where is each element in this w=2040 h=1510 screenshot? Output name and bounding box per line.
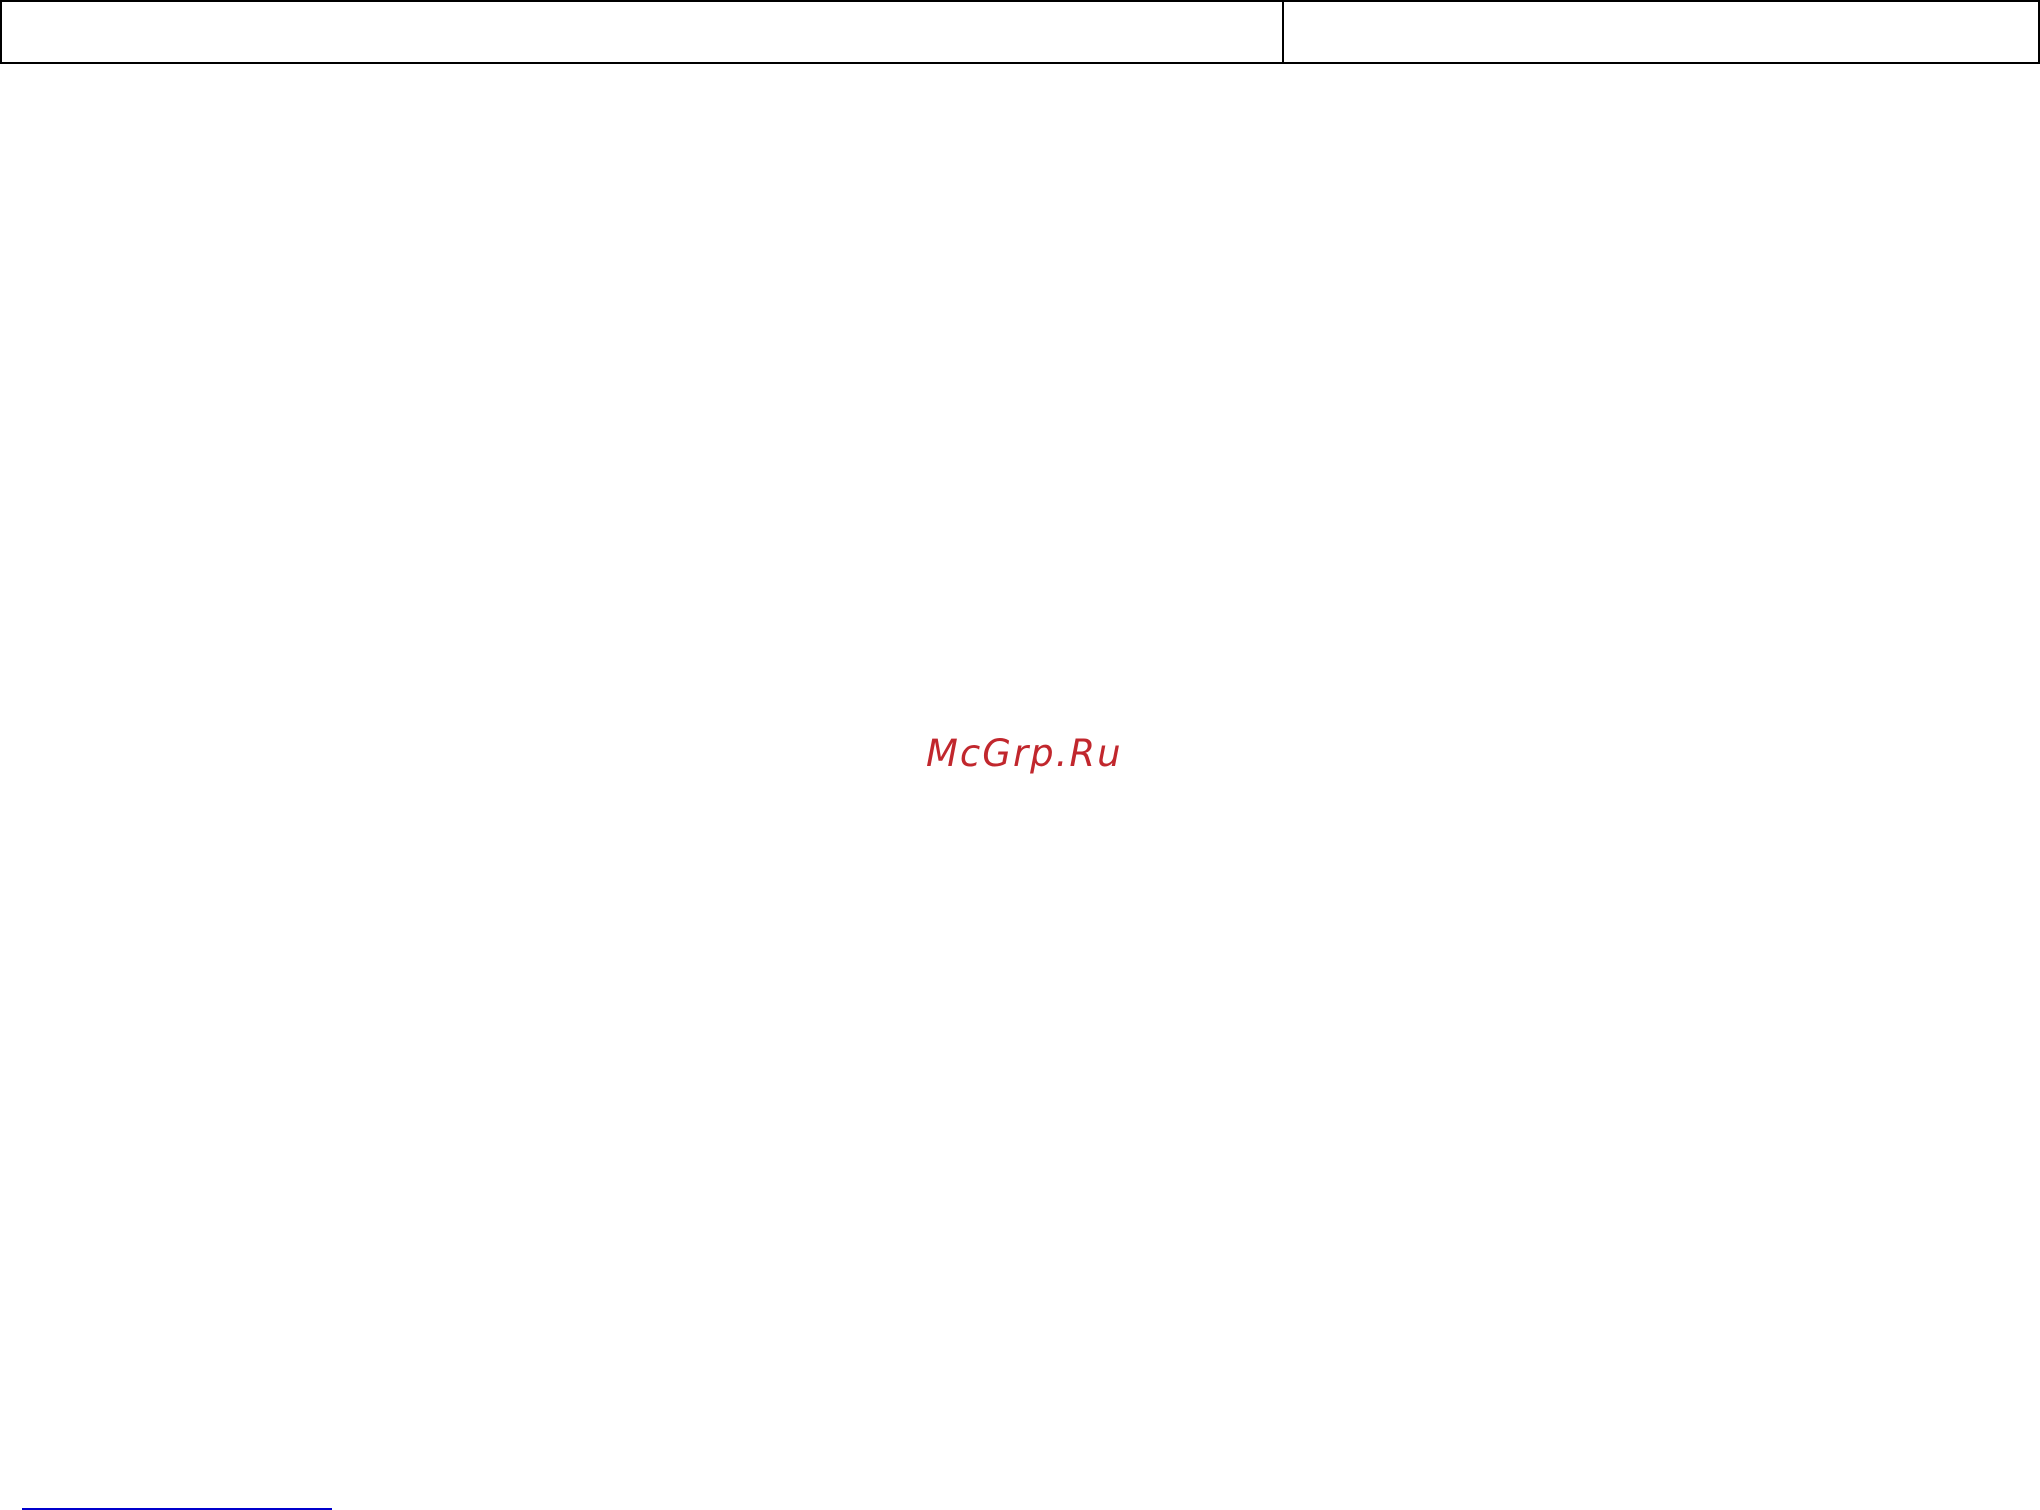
header-cell-left bbox=[2, 2, 1284, 62]
header-table bbox=[0, 0, 2040, 64]
header-cell-right bbox=[1284, 2, 2038, 62]
watermark-text: McGrp.Ru bbox=[926, 732, 1123, 775]
